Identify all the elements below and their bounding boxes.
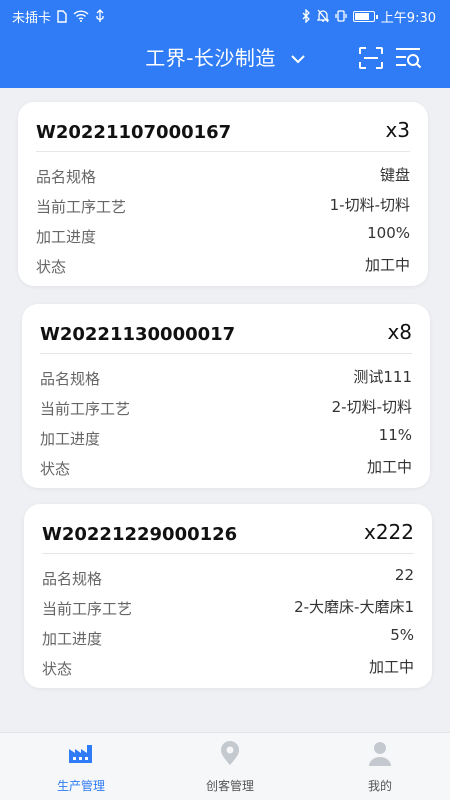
tab-maker[interactable]: 创客管理: [155, 733, 305, 800]
status-value: 加工中: [368, 658, 414, 676]
wifi-icon: [73, 10, 89, 22]
tab-label: 我的: [367, 779, 392, 793]
field-label: 品名规格: [42, 570, 103, 588]
tab-production[interactable]: 生产管理: [6, 733, 156, 800]
order-card[interactable]: W20221229000126 x222 品名规格 22 当前工序工艺 2-大磨床-…: [24, 504, 432, 688]
page-title: 工界-长沙制造: [145, 46, 276, 70]
bluetooth-icon: [302, 9, 310, 23]
field-row: 加工进度 11%: [40, 426, 412, 450]
field-label: 状态: [40, 460, 71, 478]
field-row: 加工进度 100%: [36, 224, 410, 248]
chevron-down-icon: [291, 55, 305, 64]
order-quantity: x8: [387, 320, 412, 344]
field-label: 当前工序工艺: [42, 600, 133, 618]
field-row: 当前工序工艺 1-切料-切料: [36, 194, 410, 218]
field-row: 当前工序工艺 2-大磨床-大磨床1: [42, 596, 414, 620]
field-row: 状态 加工中: [42, 656, 414, 680]
field-label: 状态: [42, 660, 73, 678]
field-label: 状态: [36, 258, 67, 276]
field-value: 键盘: [379, 166, 410, 184]
usb-icon: [96, 9, 104, 22]
tab-label: 生产管理: [56, 779, 105, 793]
field-value: 2-大磨床-大磨床1: [294, 598, 414, 616]
order-list[interactable]: W20221107000167 x3 品名规格 键盘 当前工序工艺 1-切料-切料 …: [0, 88, 450, 732]
field-label: 品名规格: [36, 168, 97, 186]
location-pin-icon: [221, 741, 239, 765]
order-number: W20221130000017: [40, 324, 236, 345]
field-row: 加工进度 5%: [42, 626, 414, 650]
order-quantity: x3: [385, 118, 410, 142]
field-value: 5%: [390, 626, 414, 644]
mute-bell-icon: [316, 9, 329, 23]
status-left: 未插卡: [12, 7, 105, 26]
field-value: 100%: [367, 224, 410, 242]
order-card[interactable]: W20221130000017 x8 品名规格 测试111 当前工序工艺 2-切料-…: [22, 304, 430, 488]
field-label: 当前工序工艺: [36, 198, 127, 216]
status-value: 加工中: [364, 256, 410, 274]
status-right: 上午9:30: [302, 7, 436, 26]
tab-mine[interactable]: 我的: [305, 733, 450, 800]
field-row: 品名规格 键盘: [36, 164, 410, 188]
field-value: 测试111: [353, 368, 412, 386]
card-header: W20221107000167 x3: [36, 116, 410, 152]
order-number: W20221107000167: [36, 122, 232, 143]
search-filter-icon[interactable]: [394, 46, 422, 70]
person-icon: [369, 742, 391, 766]
factory-icon: [69, 745, 92, 763]
field-value: 1-切料-切料: [329, 196, 410, 214]
order-number: W20221229000126: [42, 524, 238, 545]
field-row: 当前工序工艺 2-切料-切料: [40, 396, 412, 420]
order-quantity: x222: [363, 520, 414, 544]
field-label: 当前工序工艺: [40, 400, 131, 418]
card-header: W20221229000126 x222: [42, 518, 414, 554]
field-value: 11%: [378, 426, 412, 444]
status-bar: 未插卡 上午9:30: [0, 0, 450, 32]
app-header: 工界-长沙制造: [0, 32, 450, 88]
field-label: 加工进度: [42, 630, 103, 648]
vibrate-icon: [335, 10, 347, 22]
carrier-text: 未插卡: [12, 10, 52, 26]
order-card[interactable]: W20221107000167 x3 品名规格 键盘 当前工序工艺 1-切料-切料 …: [18, 102, 428, 286]
field-row: 品名规格 测试111: [40, 366, 412, 390]
tab-label: 创客管理: [205, 779, 254, 793]
battery-icon: [352, 10, 378, 22]
bottom-tab-bar: 生产管理 创客管理 我的: [0, 732, 450, 800]
status-value: 加工中: [366, 458, 412, 476]
field-label: 加工进度: [40, 430, 101, 448]
field-row: 状态 加工中: [40, 456, 412, 480]
field-value: 22: [394, 566, 414, 584]
field-label: 加工进度: [36, 228, 97, 246]
card-header: W20221130000017 x8: [40, 318, 412, 354]
field-row: 状态 加工中: [36, 254, 410, 278]
scan-icon[interactable]: [358, 46, 384, 70]
field-row: 品名规格 22: [42, 566, 414, 590]
sim-icon: [57, 9, 67, 23]
field-value: 2-切料-切料: [331, 398, 412, 416]
clock-text: 上午9:30: [380, 10, 436, 26]
field-label: 品名规格: [40, 370, 101, 388]
